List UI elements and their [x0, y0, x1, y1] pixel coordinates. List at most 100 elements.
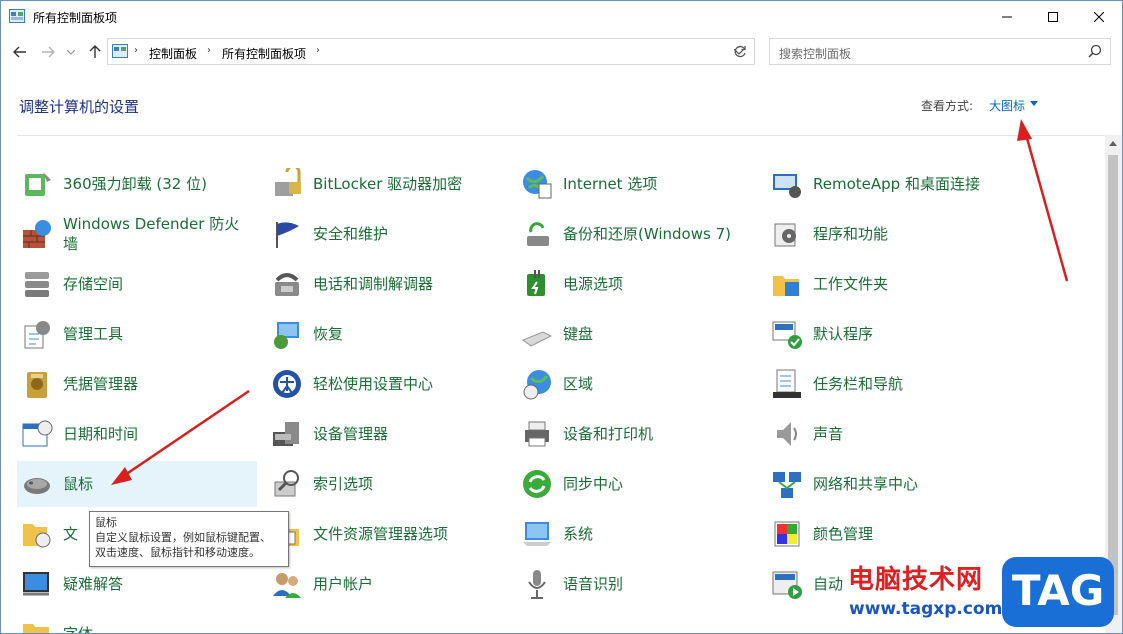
- control-panel-item[interactable]: 日期和时间: [17, 411, 257, 457]
- control-panel-item[interactable]: 管理工具: [17, 311, 257, 357]
- control-panel-item[interactable]: 恢复: [267, 311, 507, 357]
- control-panel-item-label[interactable]: 360强力卸载 (32 位): [63, 161, 253, 207]
- control-panel-item[interactable]: 默认程序: [767, 311, 1007, 357]
- control-panel-item[interactable]: 工作文件夹: [767, 261, 1007, 307]
- minimize-icon: [1002, 16, 1012, 18]
- maximize-button[interactable]: [1030, 1, 1076, 33]
- control-panel-item[interactable]: 字体: [17, 611, 257, 633]
- control-panel-item[interactable]: BitLocker 驱动器加密: [267, 161, 507, 207]
- arrow-up-icon: [89, 45, 101, 58]
- search-box[interactable]: 搜索控制面板: [769, 38, 1111, 65]
- minimize-button[interactable]: [984, 1, 1030, 33]
- control-panel-item[interactable]: 鼠标: [17, 461, 257, 507]
- breadcrumb-all-items[interactable]: 所有控制面板项: [222, 45, 306, 62]
- control-panel-item[interactable]: 任务栏和导航: [767, 361, 1007, 407]
- control-panel-item-label[interactable]: Windows Defender 防火墙: [63, 211, 253, 257]
- close-button[interactable]: [1076, 1, 1122, 33]
- control-panel-item[interactable]: RemoteApp 和桌面连接: [767, 161, 1007, 207]
- refresh-button[interactable]: [725, 38, 755, 65]
- control-panel-item-label[interactable]: 疑难解答: [63, 561, 253, 607]
- control-panel-item-label[interactable]: 恢复: [313, 311, 503, 357]
- control-panel-item-label[interactable]: 网络和共享中心: [813, 461, 1003, 507]
- control-panel-item-label[interactable]: 设备和打印机: [563, 411, 753, 457]
- control-panel-item[interactable]: 程序和功能: [767, 211, 1007, 257]
- control-panel-item-label[interactable]: 语音识别: [563, 561, 753, 607]
- breadcrumb-control-panel[interactable]: 控制面板: [149, 45, 197, 62]
- control-panel-item-label[interactable]: 存储空间: [63, 261, 253, 307]
- forward-button[interactable]: [37, 41, 59, 63]
- control-panel-item[interactable]: 键盘: [517, 311, 757, 357]
- control-panel-item[interactable]: 轻松使用设置中心: [267, 361, 507, 407]
- control-panel-item[interactable]: 疑难解答: [17, 561, 257, 607]
- control-panel-item[interactable]: 网络和共享中心: [767, 461, 1007, 507]
- control-panel-item-label[interactable]: 区域: [563, 361, 753, 407]
- control-panel-item[interactable]: 同步中心: [517, 461, 757, 507]
- system-icon: [523, 522, 551, 546]
- control-panel-item-label[interactable]: 备份和还原(Windows 7): [563, 211, 753, 257]
- control-panel-item-label[interactable]: 设备管理器: [313, 411, 503, 457]
- control-panel-item[interactable]: 索引选项: [267, 461, 507, 507]
- flag-icon: [276, 222, 299, 248]
- control-panel-item-label[interactable]: 文件资源管理器选项: [313, 511, 503, 557]
- control-panel-item-label[interactable]: 管理工具: [63, 311, 253, 357]
- control-panel-item-label[interactable]: 凭据管理器: [63, 361, 253, 407]
- control-panel-item-label[interactable]: 声音: [813, 411, 1003, 457]
- uninstall-icon: [25, 172, 51, 196]
- view-by-dropdown[interactable]: 大图标: [989, 97, 1025, 114]
- control-panel-item-label[interactable]: 程序和功能: [813, 211, 1003, 257]
- control-panel-item-label[interactable]: 系统: [563, 511, 753, 557]
- control-panel-item[interactable]: 设备管理器: [267, 411, 507, 457]
- control-panel-item-label[interactable]: BitLocker 驱动器加密: [313, 161, 503, 207]
- control-panel-item[interactable]: 声音: [767, 411, 1007, 457]
- control-panel-item[interactable]: 存储空间: [17, 261, 257, 307]
- control-panel-item[interactable]: 凭据管理器: [17, 361, 257, 407]
- indexing-icon: [274, 470, 299, 497]
- control-panel-item-label[interactable]: 电话和调制解调器: [313, 261, 503, 307]
- control-panel-item-label[interactable]: 电源选项: [563, 261, 753, 307]
- control-panel-item[interactable]: 安全和维护: [267, 211, 507, 257]
- caret-down-icon[interactable]: [1030, 101, 1038, 106]
- view-by-label: 查看方式:: [921, 99, 974, 113]
- up-button[interactable]: [84, 41, 106, 63]
- microphone-icon: [528, 570, 546, 599]
- sync-icon: [523, 470, 551, 498]
- control-panel-item-label[interactable]: Internet 选项: [563, 161, 753, 207]
- control-panel-item[interactable]: 区域: [517, 361, 757, 407]
- control-panel-item[interactable]: 备份和还原(Windows 7): [517, 211, 757, 257]
- scroll-up-icon[interactable]: [1109, 141, 1117, 146]
- watermark-url: www.tagxp.com: [849, 599, 1003, 619]
- control-panel-item-label[interactable]: 用户帐户: [313, 561, 503, 607]
- control-panel-item-label[interactable]: 轻松使用设置中心: [313, 361, 503, 407]
- control-panel-icon: [9, 9, 25, 23]
- control-panel-item[interactable]: 电话和调制解调器: [267, 261, 507, 307]
- scrollbar-thumb[interactable]: [1108, 155, 1118, 615]
- control-panel-item[interactable]: Windows Defender 防火墙: [17, 211, 257, 257]
- recent-locations-button[interactable]: [63, 41, 79, 63]
- control-panel-item[interactable]: 用户帐户: [267, 561, 507, 607]
- control-panel-item-label[interactable]: 索引选项: [313, 461, 503, 507]
- control-panel-item[interactable]: 颜色管理: [767, 511, 1007, 557]
- control-panel-item-label[interactable]: 鼠标: [63, 461, 253, 507]
- control-panel-item-label[interactable]: RemoteApp 和桌面连接: [813, 161, 1003, 207]
- address-bar[interactable]: › 控制面板 › 所有控制面板项 ›: [107, 38, 755, 65]
- control-panel-item-label[interactable]: 日期和时间: [63, 411, 253, 457]
- control-panel-item[interactable]: Internet 选项: [517, 161, 757, 207]
- control-panel-item[interactable]: 360强力卸载 (32 位): [17, 161, 257, 207]
- control-panel-item[interactable]: 文件资源管理器选项: [267, 511, 507, 557]
- control-panel-item-label[interactable]: 任务栏和导航: [813, 361, 1003, 407]
- control-panel-item-label[interactable]: 键盘: [563, 311, 753, 357]
- remoteapp-icon: [773, 174, 801, 198]
- control-panel-item-label[interactable]: 同步中心: [563, 461, 753, 507]
- control-panel-item[interactable]: 语音识别: [517, 561, 757, 607]
- back-button[interactable]: [9, 41, 31, 63]
- control-panel-item[interactable]: 设备和打印机: [517, 411, 757, 457]
- control-panel-item[interactable]: 系统: [517, 511, 757, 557]
- maximize-icon: [1048, 12, 1058, 22]
- control-panel-item[interactable]: 电源选项: [517, 261, 757, 307]
- control-panel-item-label[interactable]: 颜色管理: [813, 511, 1003, 557]
- control-panel-item-label[interactable]: 安全和维护: [313, 211, 503, 257]
- calendar-clock-icon: [22, 420, 53, 447]
- control-panel-item-label[interactable]: 默认程序: [813, 311, 1003, 357]
- control-panel-item-label[interactable]: 字体: [63, 611, 253, 633]
- control-panel-item-label[interactable]: 工作文件夹: [813, 261, 1003, 307]
